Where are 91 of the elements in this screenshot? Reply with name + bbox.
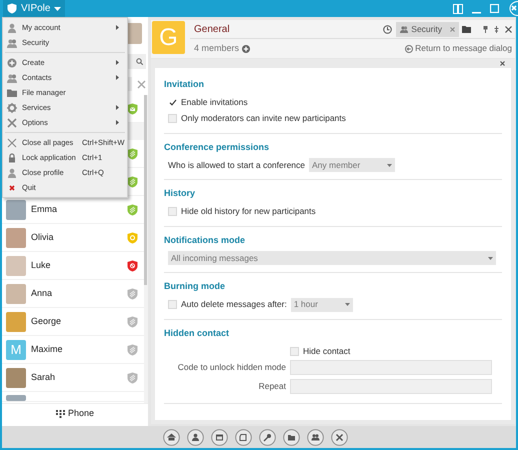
field-label: Who is allowed to start a conference (168, 158, 306, 172)
caret-icon (54, 6, 62, 10)
shield-icon (127, 204, 138, 216)
photo-placeholder (6, 312, 26, 332)
field-label: Enable invitations (181, 96, 248, 109)
checkbox[interactable] (168, 98, 177, 107)
shield-icon (127, 148, 138, 160)
photo-placeholder (6, 395, 26, 401)
person-icon (7, 168, 17, 178)
field-label: Hide old history for new participants (181, 205, 316, 218)
photo-placeholder (6, 228, 26, 248)
people-icon[interactable] (306, 428, 324, 446)
home-icon[interactable] (162, 428, 180, 446)
phone-button[interactable]: Phone (2, 403, 148, 424)
caret-icon (387, 164, 392, 166)
maximize-icon[interactable] (490, 4, 499, 13)
section-heading: Invitation (164, 78, 205, 91)
photo-placeholder (6, 256, 26, 276)
letter-avatar: M (6, 340, 26, 360)
keypad-icon (56, 410, 65, 418)
field-label: Code to unlock hidden mode (176, 360, 286, 374)
group-avatar: G (152, 21, 185, 54)
plus-circle-icon (7, 58, 17, 68)
section-heading: Hidden contact (164, 326, 230, 340)
add-icon[interactable] (242, 44, 250, 52)
dropdown[interactable]: 1 hour (290, 298, 353, 312)
contact-name[interactable]: Olivia (31, 230, 54, 244)
app-menu-button[interactable]: VIPole (3, 0, 66, 17)
minimize-icon[interactable] (472, 12, 481, 14)
photo-placeholder (6, 200, 26, 220)
cross-icon (7, 182, 17, 192)
calendar-icon[interactable] (210, 428, 228, 446)
input-field[interactable] (290, 378, 492, 394)
return-link[interactable]: Return to message dialog (405, 42, 512, 55)
person-icon[interactable] (186, 428, 204, 446)
photo-placeholder (6, 284, 26, 304)
note-icon[interactable] (234, 428, 252, 446)
dropdown[interactable]: All incoming messages (168, 251, 496, 265)
field-label: Repeat (258, 380, 286, 392)
field-label: Auto delete messages after: (181, 298, 287, 311)
person-icon (7, 22, 17, 32)
folder-icon[interactable] (462, 26, 471, 32)
folder-icon[interactable] (282, 428, 300, 446)
columns-icon[interactable] (453, 4, 463, 14)
pin-icon[interactable] (494, 26, 499, 32)
shield-icon (127, 176, 138, 188)
field-label: Hide contact (303, 344, 350, 358)
dropdown[interactable]: Any member (309, 158, 396, 172)
section-heading: Notifications mode (164, 234, 246, 246)
section-heading: Burning mode (164, 280, 226, 293)
members-count: 4 members (194, 42, 240, 55)
caret-icon (488, 256, 493, 260)
people-icon (400, 26, 408, 32)
close-icon[interactable] (500, 61, 505, 66)
key-icon[interactable] (258, 428, 276, 446)
shield-icon (127, 288, 138, 300)
clock-icon[interactable] (383, 24, 392, 34)
close-icon[interactable] (507, 1, 518, 16)
shield-icon (127, 260, 138, 272)
back-arrow-icon (405, 44, 414, 52)
shield-icon (127, 102, 138, 114)
people-icon (7, 72, 17, 82)
caret-icon (344, 303, 350, 306)
input-field[interactable] (290, 360, 492, 374)
conversation-title: General (194, 22, 230, 36)
section-heading: History (164, 187, 196, 200)
photo-placeholder (6, 368, 26, 388)
shield-icon (127, 372, 138, 384)
contact-name[interactable]: Sarah (31, 370, 56, 384)
contact-name[interactable]: Anna (31, 286, 52, 300)
padlock-icon (7, 152, 17, 162)
gear-icon (7, 102, 17, 112)
folder-icon (7, 88, 17, 98)
shield-icon (127, 316, 138, 328)
contact-name[interactable]: George (31, 314, 62, 328)
checkmark-icon (168, 99, 176, 106)
pin-icon[interactable] (483, 26, 488, 32)
close-icon[interactable] (505, 26, 512, 32)
tab[interactable]: Security (396, 22, 459, 36)
shield-icon (127, 232, 138, 244)
cross-icon (7, 138, 17, 148)
shield-icon (127, 344, 138, 356)
scrollbar-thumb[interactable] (144, 95, 147, 285)
contact-name[interactable]: Luke (31, 258, 51, 272)
people-icon (7, 38, 17, 48)
contact-name[interactable]: Emma (31, 202, 58, 216)
field-label: Only moderators can invite new participants (181, 112, 346, 125)
shield-icon (7, 3, 17, 14)
search-icon (136, 58, 143, 65)
contact-name[interactable]: Maxime (31, 342, 63, 356)
section-heading: Conference permissions (164, 140, 270, 154)
